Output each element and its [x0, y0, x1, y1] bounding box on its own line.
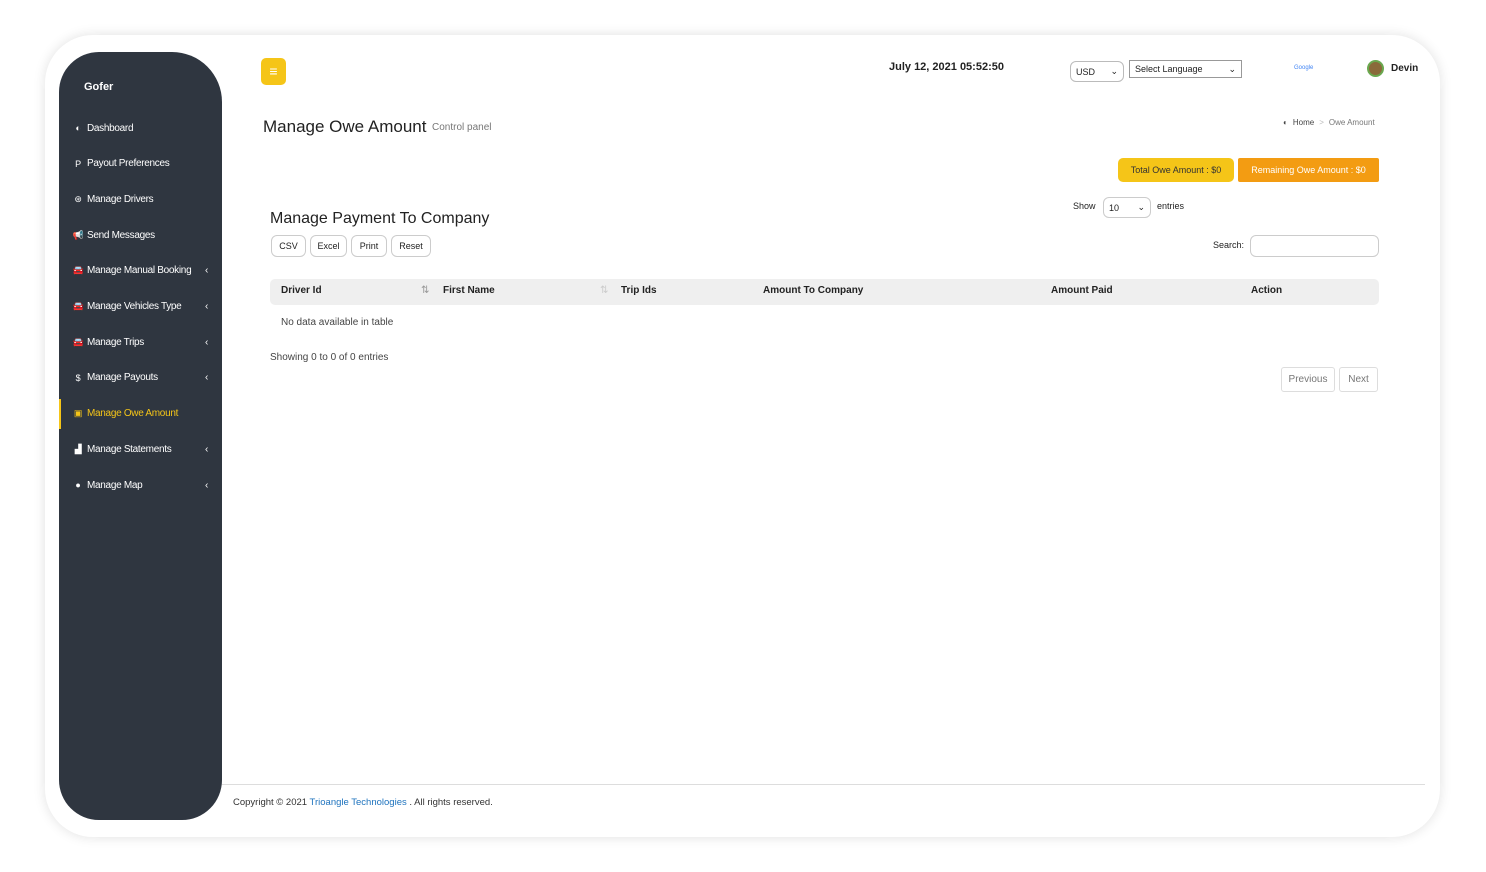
car-icon: 🚘: [72, 301, 84, 311]
chevron-left-icon: ‹: [204, 479, 208, 491]
copyright-text: Copyright © 2021: [233, 797, 308, 808]
sidebar-item-label: Manage Statements: [87, 443, 172, 455]
sidebar-item-manage-manual-booking[interactable]: 🚘 Manage Manual Booking ‹: [59, 256, 222, 286]
column-driver-id[interactable]: Driver Id: [281, 285, 322, 296]
sidebar-item-label: Manage Owe Amount: [87, 408, 179, 420]
footer-divider: [222, 784, 1425, 785]
entries-label: entries: [1157, 201, 1185, 211]
app-frame: [45, 35, 1440, 837]
footer: Copyright © 2021 Trioangle Technologies …: [233, 797, 493, 808]
chevron-down-icon: ⌄: [1110, 66, 1118, 76]
sidebar-item-label: Manage Drivers: [87, 193, 154, 205]
sidebar-item-label: Manage Vehicles Type: [87, 301, 182, 312]
currency-select[interactable]: USD ⌄: [1070, 61, 1124, 82]
steering-wheel-icon: ⊛: [74, 193, 82, 204]
breadcrumb-current: Owe Amount: [1328, 118, 1375, 127]
sidebar-item-label: Manage Payouts: [87, 372, 158, 384]
language-value: Select Language: [1135, 64, 1203, 74]
page-title: Manage Owe Amount: [263, 117, 427, 136]
chevron-left-icon: ‹: [204, 372, 208, 384]
sidebar-item-label: Manage Trips: [87, 336, 144, 348]
previous-button[interactable]: Previous: [1281, 367, 1335, 392]
breadcrumb-separator: >: [1319, 118, 1324, 127]
breadcrumb: ◐ Home > Owe Amount: [1283, 118, 1375, 127]
bullhorn-icon: 📢: [72, 229, 84, 240]
currency-value: USD: [1076, 66, 1096, 77]
reset-button[interactable]: Reset: [391, 235, 431, 257]
sidebar-item-manage-map[interactable]: ● Manage Map ‹: [59, 470, 222, 500]
total-owe-badge: Total Owe Amount : $0: [1118, 158, 1234, 182]
money-icon: ▣: [73, 408, 83, 419]
csv-button[interactable]: CSV: [271, 235, 306, 257]
chevron-left-icon: ‹: [204, 301, 208, 312]
column-first-name[interactable]: First Name: [443, 285, 495, 296]
datetime: July 12, 2021 05:52:50: [889, 61, 1004, 73]
dashboard-icon: ◐: [1283, 118, 1288, 127]
search-label: Search:: [1213, 240, 1245, 250]
user-name[interactable]: Devin: [1391, 63, 1418, 74]
sidebar-item-manage-vehicles-type[interactable]: 🚘 Manage Vehicles Type ‹: [59, 292, 222, 322]
dollar-icon: $: [75, 372, 81, 383]
print-button[interactable]: Print: [351, 235, 387, 257]
avatar[interactable]: [1367, 60, 1384, 77]
google-translate-logo: Google: [1294, 65, 1314, 71]
empty-table-message: No data available in table: [281, 317, 394, 328]
map-marker-icon: ●: [75, 480, 81, 490]
area-chart-icon: ▟: [74, 443, 82, 454]
table-info: Showing 0 to 0 of 0 entries: [270, 352, 389, 363]
chevron-down-icon: ⌄: [1137, 202, 1145, 212]
car-icon: 🚘: [72, 336, 84, 347]
sidebar-item-payout-preferences[interactable]: P Payout Preferences: [59, 149, 222, 179]
menu-toggle-button[interactable]: ≡: [261, 58, 286, 85]
column-amount-paid[interactable]: Amount Paid: [1051, 285, 1113, 296]
rights-text: . All rights reserved.: [409, 797, 493, 808]
column-action[interactable]: Action: [1251, 285, 1282, 296]
column-amount-to-company[interactable]: Amount To Company: [763, 285, 863, 296]
chevron-down-icon: ⌄: [1228, 63, 1236, 74]
language-select[interactable]: Select Language ⌄: [1129, 60, 1242, 78]
entries-select[interactable]: 10 ⌄: [1103, 197, 1151, 218]
sidebar-item-manage-payouts[interactable]: $ Manage Payouts ‹: [59, 363, 222, 393]
sidebar-item-label: Send Messages: [87, 229, 155, 241]
column-trip-ids[interactable]: Trip Ids: [621, 285, 657, 296]
remaining-owe-badge: Remaining Owe Amount : $0: [1238, 158, 1379, 182]
paypal-icon: P: [75, 158, 81, 169]
page-subtitle: Control panel: [432, 122, 492, 133]
brand-logo[interactable]: Gofer: [84, 81, 113, 93]
excel-button[interactable]: Excel: [310, 235, 347, 257]
sidebar-item-manage-trips[interactable]: 🚘 Manage Trips ‹: [59, 327, 222, 357]
table-title: Manage Payment To Company: [270, 210, 490, 227]
chevron-left-icon: ‹: [204, 443, 208, 455]
sidebar-item-dashboard[interactable]: ◐ Dashboard: [59, 113, 222, 143]
car-icon: 🚘: [72, 265, 84, 276]
next-button[interactable]: Next: [1339, 367, 1378, 392]
chevron-left-icon: ‹: [204, 265, 208, 277]
sidebar-item-label: Payout Preferences: [87, 158, 170, 170]
sidebar-item-label: Dashboard: [87, 122, 134, 134]
show-label: Show: [1073, 201, 1096, 211]
sort-icon[interactable]: ⇅: [600, 285, 608, 296]
breadcrumb-home[interactable]: Home: [1293, 118, 1314, 127]
sidebar-item-send-messages[interactable]: 📢 Send Messages: [59, 220, 222, 250]
sort-asc-icon[interactable]: ⇅: [421, 285, 429, 296]
entries-value: 10: [1109, 202, 1120, 213]
sidebar-item-label: Manage Map: [87, 479, 143, 491]
search-input[interactable]: [1250, 235, 1379, 257]
chevron-left-icon: ‹: [204, 336, 208, 348]
company-link[interactable]: Trioangle Technologies: [310, 797, 407, 808]
sidebar-item-manage-owe-amount[interactable]: ▣ Manage Owe Amount: [59, 398, 222, 429]
sidebar-item-manage-drivers[interactable]: ⊛ Manage Drivers: [59, 184, 222, 214]
sidebar-item-manage-statements[interactable]: ▟ Manage Statements ‹: [59, 434, 222, 464]
sidebar-item-label: Manage Manual Booking: [87, 265, 192, 277]
dashboard-icon: ◐: [75, 123, 81, 133]
